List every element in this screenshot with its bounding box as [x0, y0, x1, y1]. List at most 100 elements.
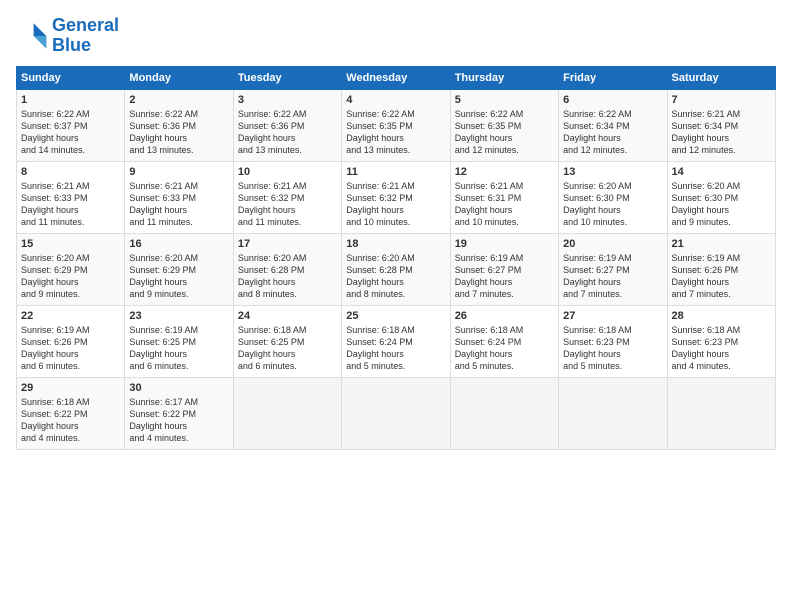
day-number: 22: [21, 310, 120, 322]
day-cell: 5 Sunrise: 6:22 AMSunset: 6:35 PMDaylight…: [450, 89, 558, 161]
day-cell: [559, 377, 667, 449]
day-cell: 3 Sunrise: 6:22 AMSunset: 6:36 PMDaylight…: [233, 89, 341, 161]
week-row-5: 29 Sunrise: 6:18 AMSunset: 6:22 PMDayligh…: [17, 377, 776, 449]
day-number: 10: [238, 166, 337, 178]
day-cell: 9 Sunrise: 6:21 AMSunset: 6:33 PMDaylight…: [125, 161, 233, 233]
day-number: 23: [129, 310, 228, 322]
day-number: 28: [672, 310, 771, 322]
cell-content: Sunrise: 6:18 AMSunset: 6:25 PMDaylight …: [238, 324, 337, 373]
day-cell: 23 Sunrise: 6:19 AMSunset: 6:25 PMDayligh…: [125, 305, 233, 377]
cell-content: Sunrise: 6:22 AMSunset: 6:36 PMDaylight …: [238, 108, 337, 157]
logo-text: General Blue: [52, 16, 119, 56]
cell-content: Sunrise: 6:19 AMSunset: 6:27 PMDaylight …: [455, 252, 554, 301]
cell-content: Sunrise: 6:18 AMSunset: 6:24 PMDaylight …: [455, 324, 554, 373]
day-cell: 27 Sunrise: 6:18 AMSunset: 6:23 PMDayligh…: [559, 305, 667, 377]
page: General Blue Sunday Monday Tuesday Wedne…: [0, 0, 792, 612]
cell-content: Sunrise: 6:20 AMSunset: 6:30 PMDaylight …: [672, 180, 771, 229]
day-number: 3: [238, 94, 337, 106]
calendar-table: Sunday Monday Tuesday Wednesday Thursday…: [16, 66, 776, 450]
day-number: 6: [563, 94, 662, 106]
cell-content: Sunrise: 6:21 AMSunset: 6:34 PMDaylight …: [672, 108, 771, 157]
col-thursday: Thursday: [450, 66, 558, 89]
cell-content: Sunrise: 6:19 AMSunset: 6:25 PMDaylight …: [129, 324, 228, 373]
logo-general: General: [52, 15, 119, 35]
day-cell: 15 Sunrise: 6:20 AMSunset: 6:29 PMDayligh…: [17, 233, 125, 305]
day-number: 20: [563, 238, 662, 250]
day-cell: [342, 377, 450, 449]
header-row: Sunday Monday Tuesday Wednesday Thursday…: [17, 66, 776, 89]
day-number: 17: [238, 238, 337, 250]
day-number: 14: [672, 166, 771, 178]
day-cell: [233, 377, 341, 449]
col-sunday: Sunday: [17, 66, 125, 89]
cell-content: Sunrise: 6:20 AMSunset: 6:28 PMDaylight …: [238, 252, 337, 301]
week-row-3: 15 Sunrise: 6:20 AMSunset: 6:29 PMDayligh…: [17, 233, 776, 305]
day-cell: 24Sunrise: 6:18 AMSunset: 6:25 PMDayligh…: [233, 305, 341, 377]
cell-content: Sunrise: 6:22 AMSunset: 6:37 PMDaylight …: [21, 108, 120, 157]
header: General Blue: [16, 16, 776, 56]
day-number: 5: [455, 94, 554, 106]
day-cell: 28 Sunrise: 6:18 AMSunset: 6:23 PMDayligh…: [667, 305, 775, 377]
cell-content: Sunrise: 6:21 AMSunset: 6:32 PMDaylight …: [238, 180, 337, 229]
cell-content: Sunrise: 6:18 AMSunset: 6:22 PMDaylight …: [21, 396, 120, 445]
col-friday: Friday: [559, 66, 667, 89]
day-number: 25: [346, 310, 445, 322]
day-number: 27: [563, 310, 662, 322]
day-cell: 16 Sunrise: 6:20 AMSunset: 6:29 PMDayligh…: [125, 233, 233, 305]
day-number: 1: [21, 94, 120, 106]
day-number: 4: [346, 94, 445, 106]
col-saturday: Saturday: [667, 66, 775, 89]
day-cell: 17 Sunrise: 6:20 AMSunset: 6:28 PMDayligh…: [233, 233, 341, 305]
cell-content: Sunrise: 6:20 AMSunset: 6:29 PMDaylight …: [21, 252, 120, 301]
week-row-1: 1 Sunrise: 6:22 AMSunset: 6:37 PMDaylight…: [17, 89, 776, 161]
day-cell: 20 Sunrise: 6:19 AMSunset: 6:27 PMDayligh…: [559, 233, 667, 305]
day-cell: [667, 377, 775, 449]
cell-content: Sunrise: 6:20 AMSunset: 6:28 PMDaylight …: [346, 252, 445, 301]
day-cell: 22 Sunrise: 6:19 AMSunset: 6:26 PMDayligh…: [17, 305, 125, 377]
cell-content: Sunrise: 6:22 AMSunset: 6:35 PMDaylight …: [346, 108, 445, 157]
day-number: 13: [563, 166, 662, 178]
cell-content: Sunrise: 6:22 AMSunset: 6:36 PMDaylight …: [129, 108, 228, 157]
day-cell: 11Sunrise: 6:21 AMSunset: 6:32 PMDayligh…: [342, 161, 450, 233]
day-number: 29: [21, 382, 120, 394]
cell-content: Sunrise: 6:22 AMSunset: 6:34 PMDaylight …: [563, 108, 662, 157]
day-number: 2: [129, 94, 228, 106]
cell-content: Sunrise: 6:18 AMSunset: 6:24 PMDaylight …: [346, 324, 445, 373]
day-cell: 14 Sunrise: 6:20 AMSunset: 6:30 PMDayligh…: [667, 161, 775, 233]
cell-content: Sunrise: 6:19 AMSunset: 6:26 PMDaylight …: [672, 252, 771, 301]
cell-content: Sunrise: 6:21 AMSunset: 6:31 PMDaylight …: [455, 180, 554, 229]
week-row-2: 8 Sunrise: 6:21 AMSunset: 6:33 PMDaylight…: [17, 161, 776, 233]
day-cell: 8 Sunrise: 6:21 AMSunset: 6:33 PMDaylight…: [17, 161, 125, 233]
day-number: 26: [455, 310, 554, 322]
cell-content: Sunrise: 6:21 AMSunset: 6:33 PMDaylight …: [129, 180, 228, 229]
day-cell: 30 Sunrise: 6:17 AMSunset: 6:22 PMDayligh…: [125, 377, 233, 449]
day-cell: 25 Sunrise: 6:18 AMSunset: 6:24 PMDayligh…: [342, 305, 450, 377]
day-number: 30: [129, 382, 228, 394]
day-number: 9: [129, 166, 228, 178]
cell-content: Sunrise: 6:19 AMSunset: 6:26 PMDaylight …: [21, 324, 120, 373]
cell-content: Sunrise: 6:22 AMSunset: 6:35 PMDaylight …: [455, 108, 554, 157]
day-number: 15: [21, 238, 120, 250]
day-cell: 19Sunrise: 6:19 AMSunset: 6:27 PMDayligh…: [450, 233, 558, 305]
day-number: 12: [455, 166, 554, 178]
col-wednesday: Wednesday: [342, 66, 450, 89]
cell-content: Sunrise: 6:19 AMSunset: 6:27 PMDaylight …: [563, 252, 662, 301]
cell-content: Sunrise: 6:18 AMSunset: 6:23 PMDaylight …: [672, 324, 771, 373]
day-cell: 6 Sunrise: 6:22 AMSunset: 6:34 PMDaylight…: [559, 89, 667, 161]
day-cell: 12 Sunrise: 6:21 AMSunset: 6:31 PMDayligh…: [450, 161, 558, 233]
cell-content: Sunrise: 6:18 AMSunset: 6:23 PMDaylight …: [563, 324, 662, 373]
day-cell: 10 Sunrise: 6:21 AMSunset: 6:32 PMDayligh…: [233, 161, 341, 233]
day-number: 8: [21, 166, 120, 178]
day-cell: 29 Sunrise: 6:18 AMSunset: 6:22 PMDayligh…: [17, 377, 125, 449]
cell-content: Sunrise: 6:20 AMSunset: 6:29 PMDaylight …: [129, 252, 228, 301]
cell-content: Sunrise: 6:20 AMSunset: 6:30 PMDaylight …: [563, 180, 662, 229]
cell-content: Sunrise: 6:21 AMSunset: 6:33 PMDaylight …: [21, 180, 120, 229]
cell-content: Sunrise: 6:17 AMSunset: 6:22 PMDaylight …: [129, 396, 228, 445]
day-cell: 7Sunrise: 6:21 AMSunset: 6:34 PMDaylight…: [667, 89, 775, 161]
day-cell: 21Sunrise: 6:19 AMSunset: 6:26 PMDayligh…: [667, 233, 775, 305]
col-tuesday: Tuesday: [233, 66, 341, 89]
day-number: 16: [129, 238, 228, 250]
day-cell: 4 Sunrise: 6:22 AMSunset: 6:35 PMDaylight…: [342, 89, 450, 161]
week-row-4: 22 Sunrise: 6:19 AMSunset: 6:26 PMDayligh…: [17, 305, 776, 377]
day-cell: [450, 377, 558, 449]
